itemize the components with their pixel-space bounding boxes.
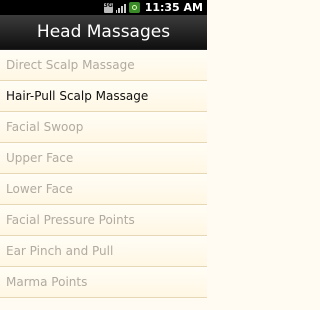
list-item-direct-scalp-massage[interactable]: Direct Scalp Massage — [0, 50, 207, 81]
list-item-facial-swoop[interactable]: Facial Swoop — [0, 112, 207, 143]
app-screen: 3G 11:35 AM Head Massages Direct Scalp M… — [0, 0, 207, 310]
battery-charging-icon — [128, 2, 140, 13]
list-item-ear-pinch-and-pull[interactable]: Ear Pinch and Pull — [0, 236, 207, 267]
massage-list: Direct Scalp Massage Hair-Pull Scalp Mas… — [0, 50, 207, 298]
page-title: Head Massages — [36, 22, 171, 42]
list-item-marma-points[interactable]: Marma Points — [0, 267, 207, 298]
title-bar: Head Massages — [0, 15, 207, 50]
sim-3g-icon: 3G — [103, 2, 113, 13]
status-bar: 3G 11:35 AM — [0, 0, 207, 15]
list-item-facial-pressure-points[interactable]: Facial Pressure Points — [0, 205, 207, 236]
signal-strength-icon — [115, 3, 126, 13]
list-item-lower-face[interactable]: Lower Face — [0, 174, 207, 205]
status-clock: 11:35 AM — [144, 1, 203, 14]
list-item-hair-pull-scalp-massage[interactable]: Hair-Pull Scalp Massage — [0, 81, 207, 112]
list-item-upper-face[interactable]: Upper Face — [0, 143, 207, 174]
